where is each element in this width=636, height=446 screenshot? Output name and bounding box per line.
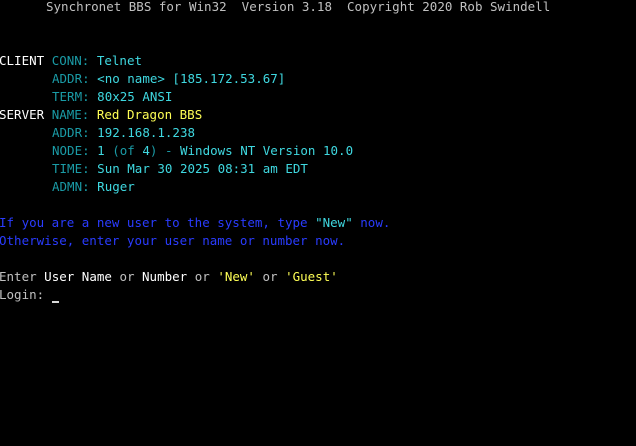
login-row[interactable]: Login: (0, 286, 59, 304)
server-time-value: Sun Mar 30 2025 08:31 am EDT (97, 161, 308, 176)
server-node-sep: - (164, 143, 173, 158)
prompt-enter: Enter (0, 269, 37, 284)
prompt-or-1: or (119, 269, 135, 284)
server-admin-row: ADMN: Ruger (52, 178, 135, 196)
client-conn-label: CONN: (51, 53, 90, 68)
prompt-new-option: 'New' (217, 269, 255, 284)
client-addr-row: ADDR: <no name> [185.172.53.67] (52, 70, 285, 88)
new-user-instruction: If you are a new user to the system, typ… (0, 214, 390, 232)
instruction-line1-prefix: If you are a new user to the system, typ… (0, 215, 308, 230)
client-term-value: 80x25 ANSI (97, 89, 173, 104)
server-node-os: Windows NT Version 10.0 (180, 143, 354, 158)
client-addr-value: <no name> [185.172.53.67] (97, 71, 286, 86)
prompt-number: Number (142, 269, 188, 284)
client-term-row: TERM: 80x25 ANSI (52, 88, 172, 106)
server-section-label: SERVER (0, 107, 45, 122)
server-node-total: 4 (142, 143, 150, 158)
instruction-line1-suffix: now. (360, 215, 391, 230)
header-title: Synchronet BBS for Win32 Version 3.18 Co… (46, 0, 551, 14)
client-conn-value: Telnet (96, 53, 143, 68)
server-admin-value: Ruger (97, 179, 135, 194)
server-name-label: NAME: (51, 107, 90, 122)
terminal-screen[interactable]: Synchronet BBS for Win32 Version 3.18 Co… (0, 0, 636, 446)
prompt-user-name: User Name (44, 269, 112, 284)
login-label: Login: (0, 287, 45, 302)
server-node-row: NODE: 1 (of 4) - Windows NT Version 10.0 (52, 142, 353, 160)
instruction-new-keyword: "New" (315, 215, 353, 230)
existing-user-instruction: Otherwise, enter your user name or numbe… (0, 233, 346, 248)
server-addr-row: ADDR: 192.168.1.238 (52, 124, 195, 142)
server-time-label: TIME: (52, 161, 90, 176)
server-admin-label: ADMN: (52, 179, 90, 194)
server-addr-value: 192.168.1.238 (97, 125, 196, 140)
prompt-or-2: or (194, 269, 210, 284)
client-addr-label: ADDR: (52, 71, 90, 86)
login-input-cursor[interactable] (51, 301, 59, 303)
server-node-num: 1 (97, 143, 105, 158)
client-term-label: TERM: (52, 89, 90, 104)
server-addr-label: ADDR: (52, 125, 90, 140)
server-name-value: Red Dragon BBS (96, 107, 203, 122)
server-node-of-close: ) (149, 143, 158, 158)
server-name-row: SERVER NAME: Red Dragon BBS (0, 106, 202, 124)
prompt-or-3: or (262, 269, 278, 284)
server-time-row: TIME: Sun Mar 30 2025 08:31 am EDT (52, 160, 308, 178)
client-conn-row: CLIENT CONN: Telnet (0, 52, 142, 70)
server-node-label: NODE: (52, 143, 90, 158)
client-section-label: CLIENT (0, 53, 45, 68)
prompt-guest-option: 'Guest' (285, 269, 338, 284)
server-node-of-open: (of (112, 143, 135, 158)
login-options-prompt: Enter User Name or Number or 'New' or 'G… (0, 268, 338, 286)
